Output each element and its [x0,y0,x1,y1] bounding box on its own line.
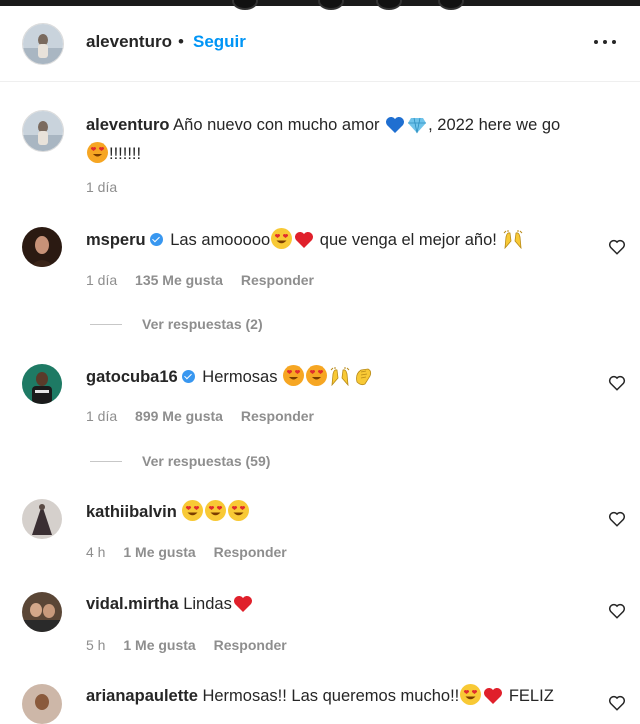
author-avatar[interactable] [22,23,64,65]
comment-text-b: que venga el mejor año! [319,231,497,249]
comment-vidal-mirtha: vidal.mirtha Lindas [86,592,616,621]
comment-meta-kathiibalvin: 4 h 1 Me gusta Responder [86,544,301,560]
heart-eyes-emoji [228,500,250,521]
comment-meta-vidal-mirtha: 5 h 1 Me gusta Responder [86,637,301,653]
red-heart-emoji [233,595,253,621]
reply-button[interactable]: Responder [241,272,314,288]
comment-username[interactable]: vidal.mirtha [86,595,179,613]
verified-badge-icon [181,370,195,383]
heart-icon[interactable] [608,602,626,620]
comment-username[interactable]: gatocuba16 [86,368,178,386]
raising-hands-emoji [329,366,351,394]
comment-arianapaulette: arianapaulette Hermosas!! Las queremos m… [86,684,616,713]
comment-time: 1 día [86,408,118,424]
author-username[interactable]: aleventuro [86,32,172,52]
comment-text-b: FELIZ [508,687,554,705]
view-replies-button[interactable]: Ver respuestas (2) [90,316,263,332]
avatar-msperu[interactable] [22,227,62,267]
comment-time: 4 h [86,544,106,560]
heart-icon[interactable] [608,510,626,528]
gem-emoji [407,116,427,142]
comment-likes[interactable]: 1 Me gusta [123,544,195,560]
heart-eyes-emoji [271,228,293,249]
reply-button[interactable]: Responder [214,637,287,653]
comment-username[interactable]: kathiibalvin [86,503,177,521]
caption-meta: 1 día [86,179,131,195]
comment-text-a: Lindas [183,595,232,613]
view-replies-label[interactable]: Ver respuestas (2) [142,316,263,332]
heart-eyes-cat-emoji [306,365,328,386]
heart-eyes-emoji [205,500,227,521]
blue-heart-emoji [385,116,405,142]
comment-time: 1 día [86,272,118,288]
comment-meta-gatocuba16: 1 día 899 Me gusta Responder [86,408,328,424]
comment-msperu: msperu Las amooooo que venga el mejor añ… [86,228,616,257]
comment-likes[interactable]: 1 Me gusta [123,637,195,653]
caption-text-a: Año nuevo con mucho amor [173,116,380,134]
follow-button[interactable]: Seguir [193,32,246,52]
verified-badge-icon [149,233,163,246]
avatar-kathiibalvin[interactable] [22,499,62,539]
post-header: aleventuro • Seguir [0,6,640,82]
comment-likes[interactable]: 899 Me gusta [135,408,223,424]
reply-button[interactable]: Responder [241,408,314,424]
heart-eyes-cat-emoji [87,142,108,163]
avatar-arianapaulette[interactable] [22,684,62,724]
comment-username[interactable]: msperu [86,231,146,249]
avatar-gatocuba16[interactable] [22,364,62,404]
caption-time: 1 día [86,179,118,195]
caption-text: aleventuro Año nuevo con mucho amor , 20… [86,113,616,167]
comment-text-a: Las amooooo [170,231,271,249]
caption-username[interactable]: aleventuro [86,116,169,134]
comment-text-a: Hermosas!! Las queremos mucho!! [202,687,460,705]
comment-meta-msperu: 1 día 135 Me gusta Responder [86,272,328,288]
replies-divider [90,461,122,462]
separator-dot: • [178,32,184,51]
comment-gatocuba16: gatocuba16 Hermosas [86,365,616,394]
heart-icon[interactable] [608,694,626,712]
red-heart-emoji [294,231,314,257]
heart-eyes-emoji [460,684,482,705]
avatar-vidal-mirtha[interactable] [22,592,62,632]
comment-kathiibalvin: kathiibalvin [86,500,616,525]
caption-text-c: !!!!!!! [109,145,142,163]
more-options-icon[interactable] [594,40,618,48]
caption-text-b: , 2022 here we go [428,116,561,134]
comment-likes[interactable]: 135 Me gusta [135,272,223,288]
view-replies-button[interactable]: Ver respuestas (59) [90,453,270,469]
replies-divider [90,324,122,325]
comment-text-a: Hermosas [202,368,278,386]
heart-icon[interactable] [608,374,626,392]
heart-eyes-cat-emoji [283,365,305,386]
clapping-hands-emoji [353,366,374,394]
heart-icon[interactable] [608,238,626,256]
view-replies-label[interactable]: Ver respuestas (59) [142,453,270,469]
heart-eyes-emoji [182,500,204,521]
comment-time: 5 h [86,637,106,653]
reply-button[interactable]: Responder [214,544,287,560]
raising-hands-emoji [502,229,524,257]
caption-avatar[interactable] [22,110,64,152]
red-heart-emoji [483,687,503,713]
comment-username[interactable]: arianapaulette [86,687,198,705]
